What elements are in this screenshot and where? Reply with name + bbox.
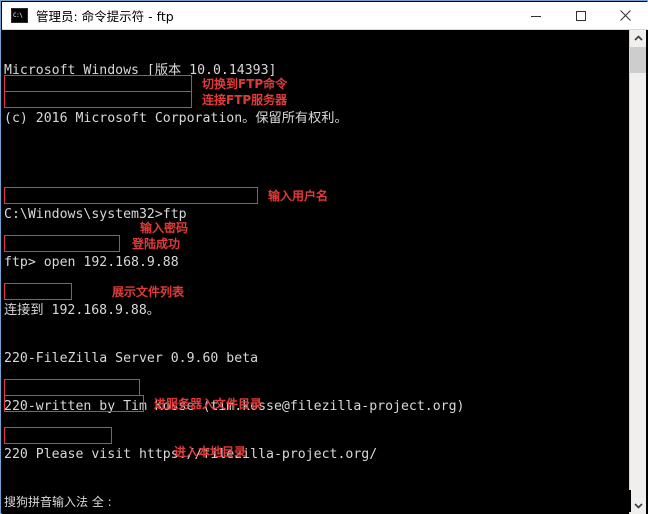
- minimize-button[interactable]: [513, 2, 558, 30]
- screenshot-root: 管理员: 命令提示符 - ftp: [0, 0, 648, 514]
- console-output-area[interactable]: Microsoft Windows [版本 10.0.14393] (c) 20…: [2, 30, 648, 514]
- close-button[interactable]: [603, 2, 648, 30]
- terminal-line: 220-FileZilla Server 0.9.60 beta: [4, 351, 259, 366]
- chevron-down-icon: [633, 503, 643, 509]
- maximize-icon: [575, 10, 586, 21]
- window-title: 管理员: 命令提示符 - ftp: [36, 9, 174, 24]
- command-prompt-window: 管理员: 命令提示符 - ftp: [0, 0, 648, 514]
- scroll-down-button[interactable]: [630, 497, 646, 514]
- scrollbar-thumb[interactable]: [630, 47, 646, 73]
- terminal-line: Microsoft Windows [版本 10.0.14393]: [4, 63, 277, 78]
- window-controls: [513, 2, 648, 30]
- maximize-button[interactable]: [558, 2, 603, 30]
- vertical-scrollbar[interactable]: [629, 30, 646, 514]
- terminal-line: C:\Windows\system32>ftp: [4, 207, 187, 222]
- terminal-line: 220 Please visit https://filezilla-proje…: [4, 447, 378, 462]
- scroll-up-button[interactable]: [630, 30, 646, 47]
- close-icon: [620, 10, 631, 21]
- minimize-icon: [530, 15, 541, 17]
- terminal-line: (c) 2016 Microsoft Corporation。保留所有权利。: [4, 111, 348, 126]
- terminal-line: 220-written by Tim Kosse (tim.kosse@file…: [4, 399, 465, 414]
- ime-status-text: 搜狗拼音输入法 全 :: [4, 494, 112, 509]
- ime-status-bar: 搜狗拼音输入法 全 :: [2, 490, 631, 512]
- chevron-up-icon: [633, 35, 643, 41]
- console-icon: [11, 8, 28, 23]
- terminal-text: Microsoft Windows [版本 10.0.14393] (c) 20…: [2, 31, 616, 510]
- terminal-line: ftp> open 192.168.9.88: [4, 255, 179, 270]
- terminal-line: 连接到 192.168.9.88。: [4, 303, 160, 318]
- title-bar[interactable]: 管理员: 命令提示符 - ftp: [2, 2, 648, 30]
